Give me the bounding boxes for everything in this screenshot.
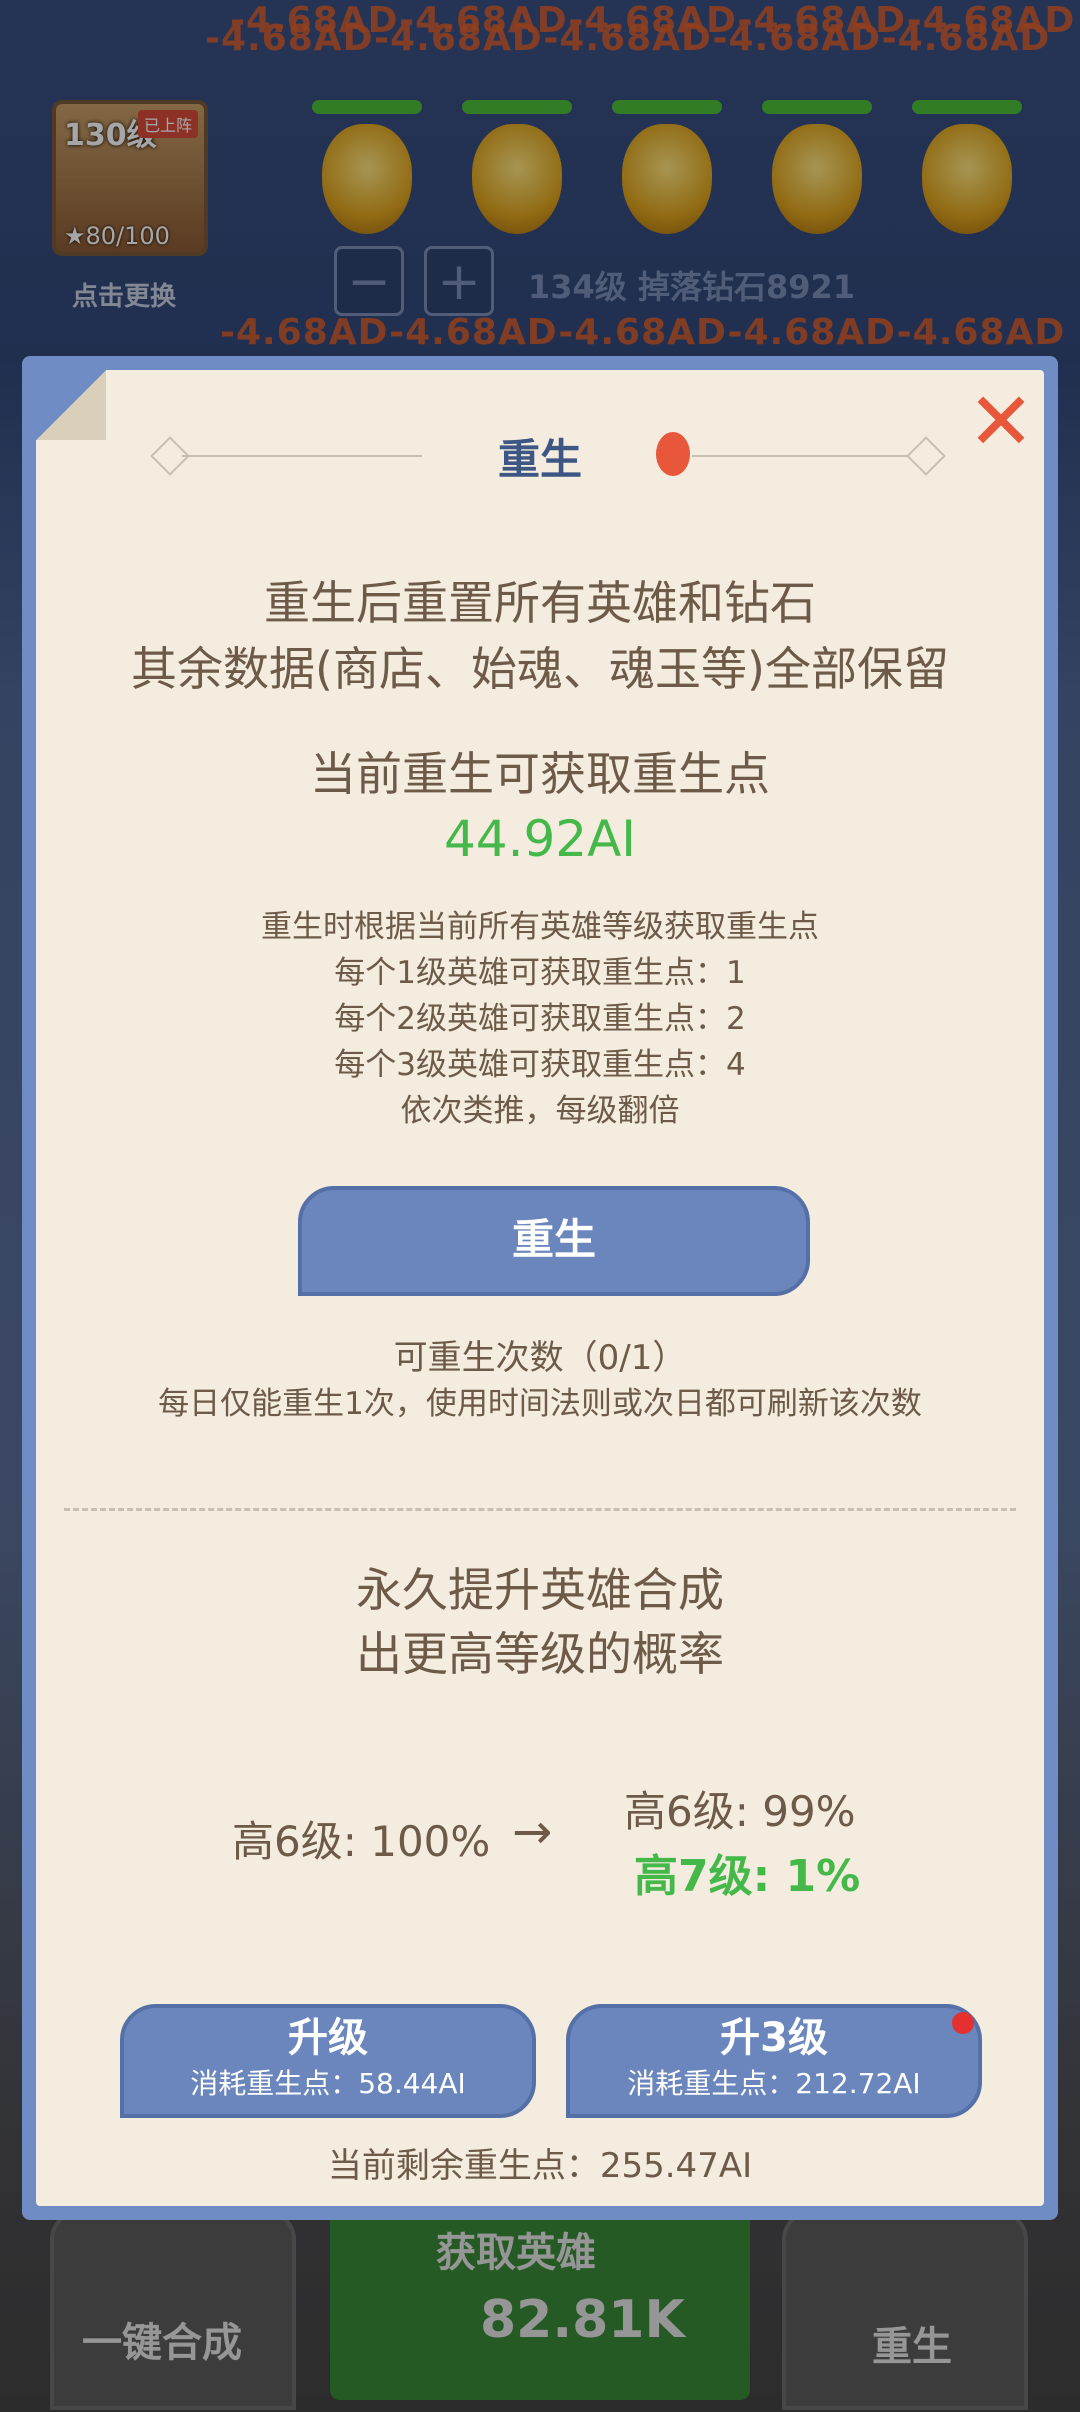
desc-line-1: 重生后重置所有英雄和钻石 [264, 576, 816, 630]
rebirth-note: 每日仅能重生1次，使用时间法则或次日都可刷新该次数 [158, 1386, 922, 1422]
rebirth-count: 可重生次数（0/1） [393, 1338, 687, 1378]
next-probability-6: 高6级: 99% [624, 1787, 856, 1836]
rule-line: 每个3级英雄可获取重生点：4 [334, 1047, 746, 1083]
upgrade-cost: 消耗重生点：58.44AI [190, 2067, 466, 2100]
notification-dot [952, 2012, 974, 2034]
dialog-header: 重生 [36, 420, 1044, 490]
arrow-right-icon: → [512, 1804, 553, 1860]
dialog-body: 重生 ✕ 重生后重置所有英雄和钻石 其余数据(商店、始魂、魂玉等)全部保留 当前… [36, 370, 1044, 2206]
perm-line-2: 出更高等级的概率 [356, 1627, 724, 1681]
rule-line: 依次类推，每级翻倍 [400, 1093, 680, 1129]
rule-line: 每个2级英雄可获取重生点：2 [334, 1001, 746, 1037]
close-icon[interactable]: ✕ [966, 382, 1036, 462]
rule-line: 重生时根据当前所有英雄等级获取重生点 [261, 909, 819, 945]
upgrade-label: 升级 [288, 2015, 368, 2061]
rules-list: 重生时根据当前所有英雄等级获取重生点 每个1级英雄可获取重生点：1 每个2级英雄… [36, 904, 1044, 1134]
rebirth-button[interactable]: 重生 [298, 1186, 810, 1296]
remaining-points: 当前剩余重生点：255.47AI [327, 2146, 753, 2186]
points-value: 44.92AI [443, 810, 637, 868]
upgrade-3-button[interactable]: 升3级 消耗重生点：212.72AI [566, 2004, 982, 2118]
title-line-right [692, 455, 912, 457]
perm-line-1: 永久提升英雄合成 [356, 1563, 724, 1617]
upgrade-3-label: 升3级 [720, 2015, 828, 2061]
dashed-divider [64, 1508, 1016, 1511]
permanent-boost-title: 永久提升英雄合成 出更高等级的概率 [36, 1558, 1044, 1686]
upgrade-3-cost: 消耗重生点：212.72AI [627, 2067, 921, 2100]
rule-line: 每个1级英雄可获取重生点：1 [334, 955, 746, 991]
desc-line-2: 其余数据(商店、始魂、魂玉等)全部保留 [131, 642, 949, 696]
reset-description: 重生后重置所有英雄和钻石 其余数据(商店、始魂、魂玉等)全部保留 [36, 570, 1044, 702]
points-title: 当前重生可获取重生点 [310, 747, 770, 801]
pepper-icon [656, 432, 690, 476]
upgrade-button[interactable]: 升级 消耗重生点：58.44AI [120, 2004, 536, 2118]
rebirth-dialog: 重生 ✕ 重生后重置所有英雄和钻石 其余数据(商店、始魂、魂玉等)全部保留 当前… [22, 356, 1058, 2220]
next-probability-7: 高7级: 1% [634, 1851, 861, 1902]
current-probability: 高6级: 100% [232, 1817, 491, 1866]
